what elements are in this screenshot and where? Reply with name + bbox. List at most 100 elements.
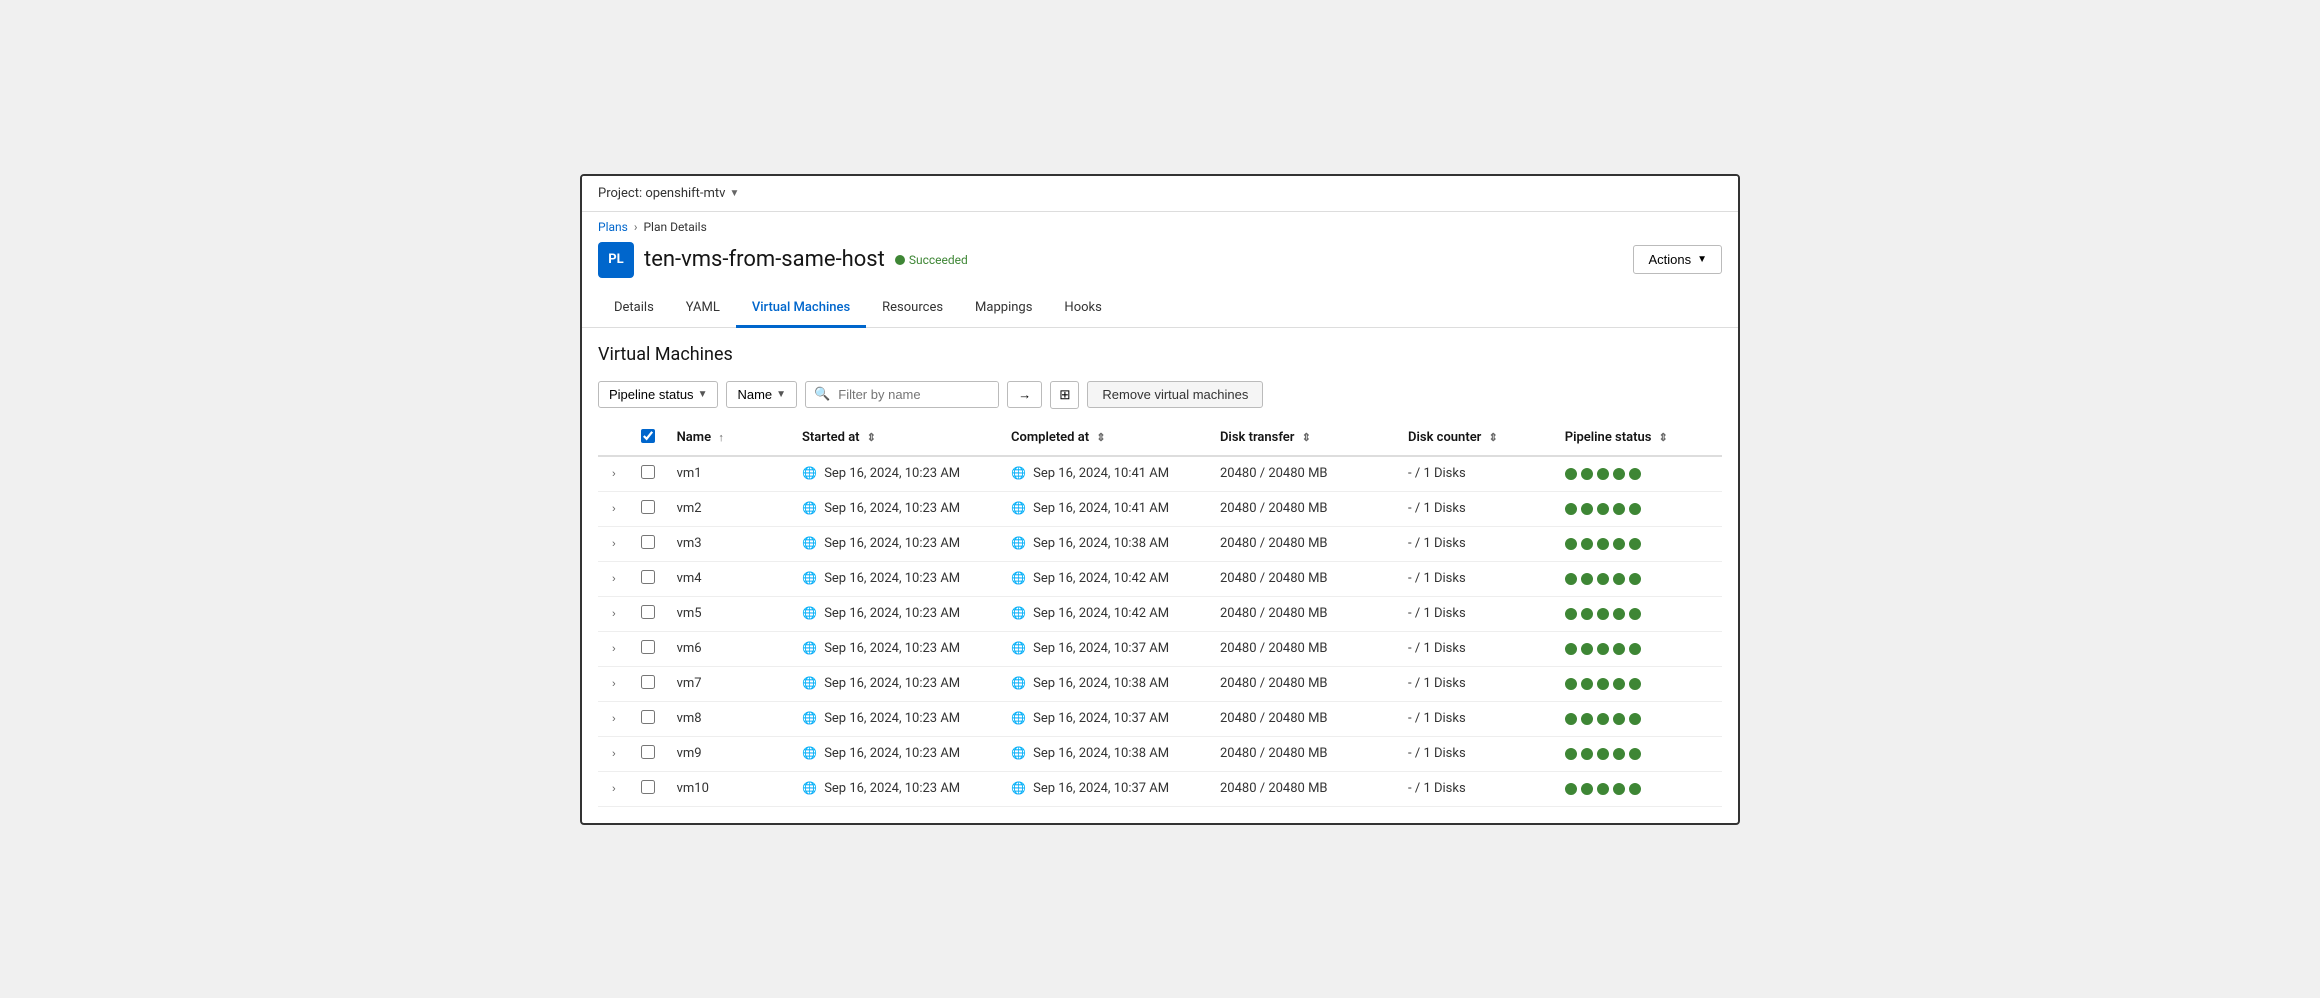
row-checkbox-vm9[interactable]	[641, 745, 655, 759]
expand-button-vm3[interactable]: ›	[608, 536, 620, 552]
completed-value: Sep 16, 2024, 10:42 AM	[1033, 606, 1169, 621]
columns-button[interactable]: ⊞	[1050, 381, 1079, 409]
pipeline-dot-5	[1629, 678, 1641, 690]
started-value: Sep 16, 2024, 10:23 AM	[824, 641, 960, 656]
col-disk-counter-header[interactable]: Disk counter ⇕	[1398, 421, 1555, 456]
completed-cell: 🌐 Sep 16, 2024, 10:37 AM	[1001, 771, 1210, 806]
pipeline-dot-4	[1613, 608, 1625, 620]
tab-details[interactable]: Details	[598, 290, 670, 328]
col-started-header[interactable]: Started at ⇕	[792, 421, 1001, 456]
globe-completed-icon: 🌐	[1011, 746, 1026, 760]
started-value: Sep 16, 2024, 10:23 AM	[824, 781, 960, 796]
col-disk-transfer-header[interactable]: Disk transfer ⇕	[1210, 421, 1398, 456]
pipeline-dot-5	[1629, 643, 1641, 655]
started-cell: 🌐 Sep 16, 2024, 10:23 AM	[792, 701, 1001, 736]
vm-name-vm9: vm9	[677, 746, 702, 761]
globe-completed-icon: 🌐	[1011, 466, 1026, 480]
table-row: › vm10 🌐 Sep 16, 2024, 10:23 AM 🌐 Sep 16…	[598, 771, 1722, 806]
pipeline-dot-4	[1613, 748, 1625, 760]
expand-cell: ›	[598, 666, 631, 701]
row-checkbox-vm7[interactable]	[641, 675, 655, 689]
name-filter[interactable]: Name ▼	[726, 381, 797, 408]
search-input[interactable]	[838, 382, 998, 407]
pipeline-dot-5	[1629, 713, 1641, 725]
search-arrow-button[interactable]: →	[1007, 381, 1042, 408]
pipeline-dot-3	[1597, 783, 1609, 795]
select-all-checkbox[interactable]	[641, 429, 655, 443]
started-cell: 🌐 Sep 16, 2024, 10:23 AM	[792, 526, 1001, 561]
remove-vms-button[interactable]: Remove virtual machines	[1087, 381, 1263, 408]
row-checkbox-vm10[interactable]	[641, 780, 655, 794]
tab-mappings[interactable]: Mappings	[959, 290, 1048, 328]
search-input-group: 🔍	[805, 381, 999, 408]
name-cell: vm4	[667, 561, 792, 596]
disk-transfer-value: 20480 / 20480 MB	[1220, 746, 1328, 761]
tab-hooks[interactable]: Hooks	[1048, 290, 1117, 328]
disk-counter-value: - / 1 Disks	[1408, 536, 1466, 551]
col-expand-header	[598, 421, 631, 456]
col-pipeline-header[interactable]: Pipeline status ⇕	[1555, 421, 1722, 456]
pipeline-dot-1	[1565, 503, 1577, 515]
table-row: › vm4 🌐 Sep 16, 2024, 10:23 AM 🌐 Sep 16,…	[598, 561, 1722, 596]
project-chevron-icon: ▼	[729, 188, 739, 199]
expand-button-vm7[interactable]: ›	[608, 676, 620, 692]
disk-counter-cell: - / 1 Disks	[1398, 456, 1555, 492]
tab-virtual-machines[interactable]: Virtual Machines	[736, 290, 866, 328]
disk-counter-value: - / 1 Disks	[1408, 571, 1466, 586]
started-sort-icon: ⇕	[867, 431, 876, 444]
table-row: › vm3 🌐 Sep 16, 2024, 10:23 AM 🌐 Sep 16,…	[598, 526, 1722, 561]
expand-button-vm5[interactable]: ›	[608, 606, 620, 622]
started-value: Sep 16, 2024, 10:23 AM	[824, 746, 960, 761]
pipeline-dot-4	[1613, 713, 1625, 725]
table-row: › vm9 🌐 Sep 16, 2024, 10:23 AM 🌐 Sep 16,…	[598, 736, 1722, 771]
tab-resources[interactable]: Resources	[866, 290, 959, 328]
breadcrumb-separator: ›	[634, 220, 638, 234]
pipeline-dot-2	[1581, 678, 1593, 690]
row-checkbox-vm8[interactable]	[641, 710, 655, 724]
pipeline-dots	[1565, 678, 1712, 690]
pipeline-dot-4	[1613, 678, 1625, 690]
pipeline-dot-3	[1597, 713, 1609, 725]
pipeline-dot-3	[1597, 538, 1609, 550]
expand-button-vm4[interactable]: ›	[608, 571, 620, 587]
disk-counter-value: - / 1 Disks	[1408, 641, 1466, 656]
col-completed-header[interactable]: Completed at ⇕	[1001, 421, 1210, 456]
vm-table: Name ↑ Started at ⇕ Completed at ⇕ Disk …	[598, 421, 1722, 807]
page-container: Project: openshift-mtv ▼ Plans › Plan De…	[580, 174, 1740, 825]
columns-icon: ⊞	[1059, 387, 1070, 402]
expand-button-vm10[interactable]: ›	[608, 781, 620, 797]
expand-button-vm9[interactable]: ›	[608, 746, 620, 762]
project-selector[interactable]: Project: openshift-mtv ▼	[598, 186, 739, 201]
row-checkbox-vm5[interactable]	[641, 605, 655, 619]
pipeline-dot-2	[1581, 608, 1593, 620]
pipeline-dot-2	[1581, 573, 1593, 585]
pipeline-status-filter[interactable]: Pipeline status ▼	[598, 381, 718, 408]
disk-counter-cell: - / 1 Disks	[1398, 561, 1555, 596]
actions-button[interactable]: Actions ▼	[1633, 245, 1722, 274]
globe-started-icon: 🌐	[802, 746, 817, 760]
row-checkbox-vm2[interactable]	[641, 500, 655, 514]
expand-button-vm8[interactable]: ›	[608, 711, 620, 727]
disk-transfer-value: 20480 / 20480 MB	[1220, 781, 1328, 796]
expand-button-vm1[interactable]: ›	[608, 466, 620, 482]
pipeline-cell	[1555, 491, 1722, 526]
tabs: Details YAML Virtual Machines Resources …	[582, 290, 1738, 328]
expand-button-vm6[interactable]: ›	[608, 641, 620, 657]
status-badge: Succeeded	[895, 253, 968, 267]
row-checkbox-vm4[interactable]	[641, 570, 655, 584]
started-value: Sep 16, 2024, 10:23 AM	[824, 501, 960, 516]
check-cell	[631, 596, 667, 631]
expand-button-vm2[interactable]: ›	[608, 501, 620, 517]
row-checkbox-vm1[interactable]	[641, 465, 655, 479]
breadcrumb-plans-link[interactable]: Plans	[598, 220, 628, 234]
row-checkbox-vm3[interactable]	[641, 535, 655, 549]
pipeline-dots	[1565, 573, 1712, 585]
completed-sort-icon: ⇕	[1096, 431, 1105, 444]
table-row: › vm8 🌐 Sep 16, 2024, 10:23 AM 🌐 Sep 16,…	[598, 701, 1722, 736]
disk-transfer-cell: 20480 / 20480 MB	[1210, 491, 1398, 526]
tab-yaml[interactable]: YAML	[670, 290, 736, 328]
table-row: › vm7 🌐 Sep 16, 2024, 10:23 AM 🌐 Sep 16,…	[598, 666, 1722, 701]
check-cell	[631, 456, 667, 492]
row-checkbox-vm6[interactable]	[641, 640, 655, 654]
pipeline-dot-5	[1629, 748, 1641, 760]
